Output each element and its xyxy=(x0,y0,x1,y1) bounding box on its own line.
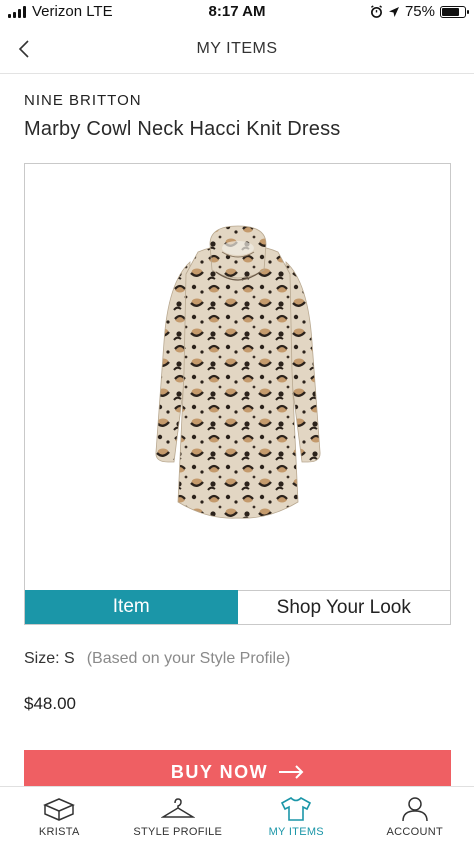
leopard-print-dress-image xyxy=(155,225,320,519)
tab-bar-krista[interactable]: KRISTA xyxy=(0,787,119,842)
tab-item[interactable]: Item xyxy=(25,590,238,624)
tab-bar-my-items[interactable]: MY ITEMS xyxy=(237,787,356,842)
nav-bar: MY ITEMS xyxy=(0,24,474,74)
battery-icon xyxy=(440,5,469,18)
tab-bar-account[interactable]: ACCOUNT xyxy=(356,787,474,842)
product-image-frame: Item Shop Your Look xyxy=(24,163,451,625)
size-label: Size: S xyxy=(24,650,75,667)
tab-bar-label: KRISTA xyxy=(38,826,80,838)
buy-now-label: BUY NOW xyxy=(170,761,269,782)
product-image[interactable] xyxy=(25,164,450,590)
tab-bar-label: ACCOUNT xyxy=(386,826,443,838)
hanger-icon xyxy=(160,795,195,823)
bottom-tab-bar: KRISTA STYLE PROFILE MY ITEMS ACCOUNT xyxy=(0,786,474,842)
arrow-right-icon xyxy=(279,765,304,779)
tab-bar-label: MY ITEMS xyxy=(268,826,324,838)
tab-shop-your-look[interactable]: Shop Your Look xyxy=(237,590,450,624)
brand-name: NINE BRITTON xyxy=(24,92,142,109)
shirt-icon xyxy=(279,795,313,823)
page-title: MY ITEMS xyxy=(196,40,278,57)
alarm-icon xyxy=(370,5,382,18)
view-tabs: Item Shop Your Look xyxy=(25,590,450,624)
status-bar: Verizon LTE 8:17 AM 75% xyxy=(0,0,474,24)
size-row: Size: S (Based on your Style Profile) xyxy=(24,650,290,668)
box-icon xyxy=(42,795,76,823)
price: $48.00 xyxy=(24,694,76,713)
status-right: 75% xyxy=(370,3,469,20)
battery-percent: 75% xyxy=(404,3,435,20)
size-hint: (Based on your Style Profile) xyxy=(86,650,291,667)
product-name: Marby Cowl Neck Hacci Knit Dress xyxy=(24,118,341,140)
person-icon xyxy=(398,795,432,823)
tab-bar-style-profile[interactable]: STYLE PROFILE xyxy=(119,787,238,842)
battery-fill xyxy=(442,7,459,16)
tab-bar-label: STYLE PROFILE xyxy=(133,826,223,838)
location-icon xyxy=(388,6,399,17)
